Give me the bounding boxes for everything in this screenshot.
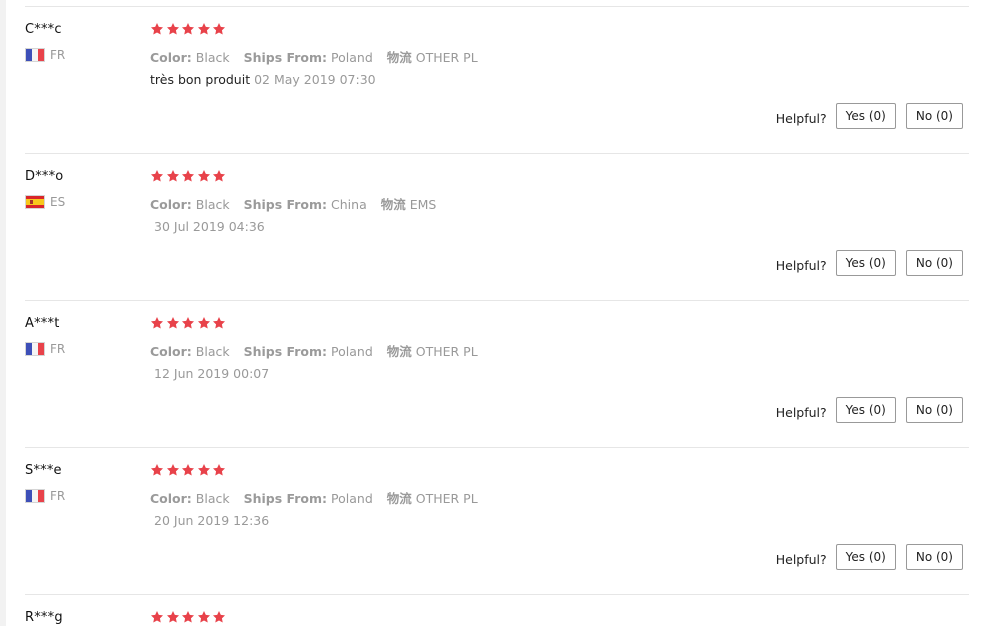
review-date: 30 Jul 2019 04:36: [154, 219, 265, 234]
reviewer-name: D***o: [25, 169, 64, 184]
attr-logistics: 物流 OTHER PL: [386, 344, 478, 359]
review-feedback: très bon produit 02 May 2019 07:30: [150, 72, 376, 87]
star-icon: [212, 169, 226, 183]
helpful-votes: Helpful? Yes (0) No (0): [776, 397, 963, 423]
reviewer-country: FR: [25, 47, 65, 63]
star-icon: [197, 22, 211, 36]
country-code: FR: [50, 48, 66, 62]
attr-ships-from: Ships From: Poland: [243, 50, 373, 65]
review-date: 12 Jun 2019 00:07: [154, 366, 270, 381]
helpful-yes-button[interactable]: Yes (0): [835, 103, 896, 129]
reviewer-country: FR: [25, 341, 65, 357]
flag-fr-icon: [25, 48, 45, 62]
helpful-votes: Helpful? Yes (0) No (0): [776, 544, 963, 570]
star-icon: [181, 169, 195, 183]
star-rating: [150, 22, 228, 36]
review-item: D***o ES Color: Black Ships From: China …: [25, 154, 969, 301]
star-icon: [197, 463, 211, 477]
helpful-no-button[interactable]: No (0): [905, 103, 963, 129]
order-attributes: Color: Black Ships From: Poland 物流 OTHER…: [150, 341, 488, 360]
review-feedback: 20 Jun 2019 12:36: [150, 513, 269, 528]
country-code: ES: [50, 195, 66, 209]
helpful-votes: Helpful? Yes (0) No (0): [776, 103, 963, 129]
review-date: 20 Jun 2019 12:36: [154, 513, 270, 528]
country-code: FR: [50, 342, 66, 356]
star-rating: [150, 610, 228, 624]
helpful-no-button[interactable]: No (0): [905, 250, 963, 276]
helpful-yes-button[interactable]: Yes (0): [835, 544, 896, 570]
attr-color: Color: Black: [150, 197, 230, 212]
star-icon: [166, 316, 180, 330]
reviewer-name: S***e: [25, 463, 62, 478]
review-item: R***g: [25, 595, 969, 626]
review-feedback: 12 Jun 2019 00:07: [150, 366, 269, 381]
attr-logistics: 物流 EMS: [380, 197, 437, 212]
star-icon: [181, 610, 195, 624]
attr-color: Color: Black: [150, 50, 230, 65]
flag-fr-icon: [25, 342, 45, 356]
star-icon: [212, 463, 226, 477]
helpful-no-button[interactable]: No (0): [905, 397, 963, 423]
star-rating: [150, 463, 228, 477]
star-icon: [150, 316, 164, 330]
flag-fr-icon: [25, 489, 45, 503]
order-attributes: Color: Black Ships From: Poland 物流 OTHER…: [150, 47, 488, 66]
star-icon: [212, 316, 226, 330]
attr-color: Color: Black: [150, 491, 230, 506]
attr-ships-from: Ships From: Poland: [243, 491, 373, 506]
review-text: très bon produit: [150, 72, 251, 87]
flag-es-icon: [25, 195, 45, 209]
helpful-votes: Helpful? Yes (0) No (0): [776, 250, 963, 276]
star-rating: [150, 316, 228, 330]
star-icon: [150, 610, 164, 624]
star-icon: [166, 169, 180, 183]
star-icon: [166, 22, 180, 36]
review-item: S***e FR Color: Black Ships From: Poland…: [25, 448, 969, 595]
star-icon: [181, 316, 195, 330]
review-item: A***t FR Color: Black Ships From: Poland…: [25, 301, 969, 448]
helpful-label: Helpful?: [775, 257, 827, 273]
star-icon: [212, 22, 226, 36]
star-icon: [150, 169, 164, 183]
star-icon: [166, 463, 180, 477]
star-rating: [150, 169, 228, 183]
attr-logistics: 物流 OTHER PL: [386, 491, 478, 506]
review-item: C***c FR Color: Black Ships From: Poland…: [25, 7, 969, 154]
star-icon: [150, 22, 164, 36]
reviewer-country: ES: [25, 194, 65, 210]
country-code: FR: [50, 489, 66, 503]
star-icon: [166, 610, 180, 624]
attr-color: Color: Black: [150, 344, 230, 359]
star-icon: [212, 610, 226, 624]
reviewer-country: FR: [25, 488, 65, 504]
reviewer-name: A***t: [25, 316, 60, 331]
helpful-label: Helpful?: [775, 110, 827, 126]
star-icon: [197, 610, 211, 624]
review-date: 02 May 2019 07:30: [254, 72, 376, 87]
helpful-no-button[interactable]: No (0): [905, 544, 963, 570]
helpful-yes-button[interactable]: Yes (0): [835, 250, 896, 276]
left-margin-strip: [0, 0, 6, 626]
star-icon: [150, 463, 164, 477]
order-attributes: Color: Black Ships From: China 物流 EMS: [150, 194, 446, 213]
attr-ships-from: Ships From: Poland: [243, 344, 373, 359]
star-icon: [197, 316, 211, 330]
attr-ships-from: Ships From: China: [243, 197, 367, 212]
attr-logistics: 物流 OTHER PL: [386, 50, 478, 65]
helpful-label: Helpful?: [775, 404, 827, 420]
star-icon: [181, 22, 195, 36]
helpful-yes-button[interactable]: Yes (0): [835, 397, 896, 423]
reviewer-name: C***c: [25, 22, 62, 37]
review-feedback: 30 Jul 2019 04:36: [150, 219, 265, 234]
helpful-label: Helpful?: [775, 551, 827, 567]
order-attributes: Color: Black Ships From: Poland 物流 OTHER…: [150, 488, 488, 507]
star-icon: [181, 463, 195, 477]
star-icon: [197, 169, 211, 183]
reviewer-name: R***g: [25, 610, 63, 625]
